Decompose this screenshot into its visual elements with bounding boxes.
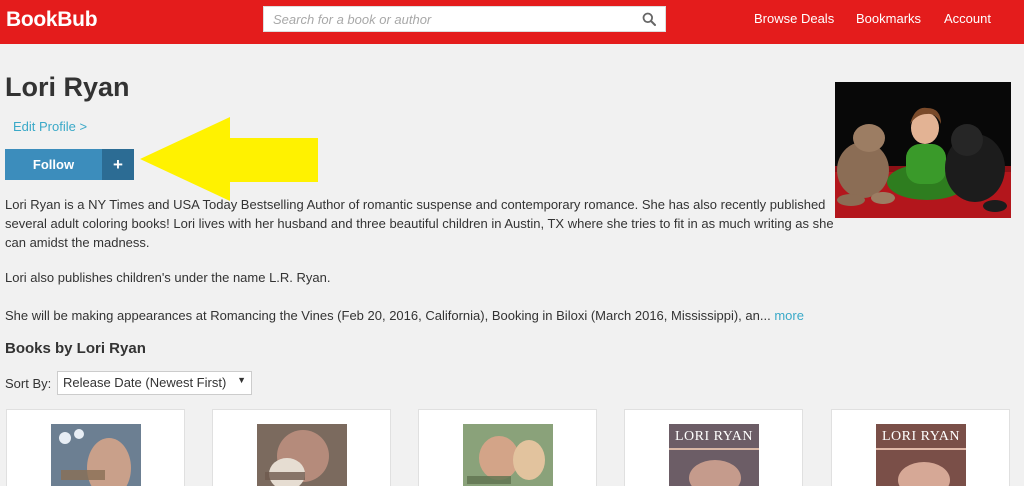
author-name: Lori Ryan — [5, 72, 130, 102]
plus-icon[interactable]: + — [102, 149, 134, 180]
bookbub-logo[interactable]: BookBub — [6, 8, 98, 32]
book-card[interactable] — [418, 409, 597, 486]
book-cover-title: LORI RYAN — [881, 429, 960, 444]
edit-profile-link[interactable]: Edit Profile > — [13, 119, 87, 134]
sort-by-dropdown[interactable]: Release Date (Newest First) ▼ — [57, 371, 252, 395]
book-card[interactable] — [212, 409, 391, 486]
author-photo-image — [835, 82, 1011, 218]
top-navigation-bar: BookBub Browse Deals Bookmarks Account — [0, 0, 1024, 44]
sort-by-label: Sort By: — [5, 376, 52, 391]
book-card[interactable]: LORI RYAN — [831, 409, 1010, 486]
nav-account[interactable]: Account — [944, 11, 991, 26]
book-card[interactable]: LORI RYAN — [624, 409, 803, 486]
author-bio-appearances: She will be making appearances at Romanc… — [5, 306, 835, 325]
search-input[interactable] — [264, 7, 624, 31]
arrow-left-icon — [140, 117, 318, 201]
follow-label[interactable]: Follow — [5, 149, 102, 180]
book-cover-image-2 — [257, 424, 347, 486]
book-cover[interactable] — [51, 424, 141, 486]
books-heading: Books by Lori Ryan — [5, 340, 146, 357]
book-cover-title: LORI RYAN — [674, 429, 753, 444]
book-cover-image-3 — [463, 424, 553, 486]
book-cover[interactable]: LORI RYAN — [876, 424, 966, 486]
nav-bookmarks[interactable]: Bookmarks — [856, 11, 921, 26]
book-cover[interactable] — [463, 424, 553, 486]
author-bio-paragraph: Lori Ryan is a NY Times and USA Today Be… — [5, 197, 834, 250]
more-link[interactable]: more — [774, 308, 804, 323]
follow-button[interactable]: Follow + — [5, 149, 134, 180]
search-icon[interactable] — [642, 12, 656, 26]
appearances-text: She will be making appearances at Romanc… — [5, 308, 771, 323]
sort-by-value: Release Date (Newest First) — [63, 375, 227, 390]
book-cover-image-1 — [51, 424, 141, 486]
author-bio-pen-name: Lori also publishes children's under the… — [5, 270, 331, 285]
author-photo — [835, 82, 1011, 218]
chevron-down-icon: ▼ — [237, 375, 246, 385]
book-cover[interactable]: LORI RYAN — [669, 424, 759, 486]
book-cover[interactable] — [257, 424, 347, 486]
nav-browse-deals[interactable]: Browse Deals — [754, 11, 834, 26]
search-box — [263, 6, 666, 32]
book-card[interactable] — [6, 409, 185, 486]
